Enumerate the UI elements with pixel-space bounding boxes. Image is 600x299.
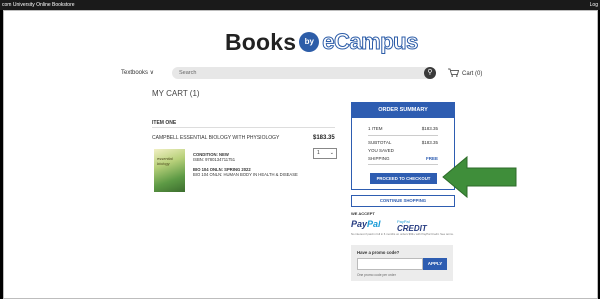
promo-note: One promo code per order: [357, 273, 396, 277]
summary-divider: [368, 135, 438, 136]
cart-icon: [448, 68, 460, 80]
quantity-select[interactable]: 1 ⌄: [313, 148, 337, 159]
cart-link[interactable]: Cart (0): [448, 68, 482, 80]
quantity-value: 1: [317, 150, 320, 156]
paypal-logo-pal: Pal: [367, 219, 381, 229]
store-name: com University Online Bookstore: [2, 2, 75, 8]
chevron-down-icon: ⌄: [329, 150, 334, 156]
book-cover-image[interactable]: essential biology: [154, 149, 185, 192]
summary-saved-label: YOU SAVED: [368, 148, 394, 153]
order-summary-panel: ORDER SUMMARY 1 ITEM $183.35 SUBTOTAL $1…: [351, 102, 455, 190]
item-price: $183.35: [313, 135, 335, 141]
promo-question: Have a promo code?: [357, 250, 400, 255]
paypal-logo-pay: Pay: [351, 219, 368, 229]
summary-shipping-value: FREE: [425, 156, 438, 161]
arrow-pointer-icon: [442, 155, 517, 199]
promo-code-panel: Have a promo code? APPLY One promo code …: [351, 245, 453, 281]
item-heading: ITEM ONE: [152, 120, 177, 126]
book-cover-text: essential biology: [157, 156, 173, 166]
promo-code-input[interactable]: [357, 258, 423, 270]
divider: [152, 127, 335, 128]
we-accept-label: WE ACCEPT: [351, 211, 375, 216]
page-title: MY CART (1): [152, 89, 200, 98]
proceed-to-checkout-button[interactable]: PROCEED TO CHECKOUT: [370, 173, 437, 184]
apply-button[interactable]: APPLY: [423, 258, 447, 270]
login-link[interactable]: Log: [590, 2, 598, 8]
paypal-logo: PayPal: [351, 219, 381, 229]
search-bar[interactable]: Search ⚲: [172, 67, 436, 79]
summary-items-value: $183.35: [421, 126, 438, 131]
item-title[interactable]: CAMPBELL ESSENTIAL BIOLOGY WITH PHYSIOLO…: [152, 135, 279, 141]
logo-by-badge: by: [299, 32, 320, 52]
summary-divider: [368, 164, 438, 165]
search-icon[interactable]: ⚲: [424, 67, 436, 79]
logo-books-text: Books: [225, 28, 297, 55]
top-bar: com University Online Bookstore Log: [0, 0, 600, 10]
paypal-fine-print: No interest if paid in full in 6 months …: [351, 232, 454, 236]
summary-subtotal-value: $183.35: [421, 140, 438, 145]
summary-subtotal-label: SUBTOTAL: [368, 140, 392, 145]
cart-label: Cart (0): [462, 71, 483, 77]
item-course-desc: BIO 104 ONLN: HUMAN BODY IN HEALTH & DIS…: [193, 172, 298, 177]
summary-items-label: 1 ITEM: [368, 126, 383, 131]
books-by-ecampus-logo[interactable]: Books by eCampus: [225, 27, 419, 57]
order-summary-header: ORDER SUMMARY: [352, 103, 454, 118]
item-isbn: ISBN: 9780134711751: [193, 157, 236, 162]
textbooks-dropdown[interactable]: Textbooks ∨: [121, 69, 154, 76]
continue-shopping-button[interactable]: CONTINUE SHOPPING: [351, 195, 455, 207]
summary-shipping-label: SHIPPING: [368, 156, 390, 161]
logo-ecampus-text: eCampus: [322, 29, 419, 55]
search-input[interactable]: Search: [179, 70, 196, 76]
